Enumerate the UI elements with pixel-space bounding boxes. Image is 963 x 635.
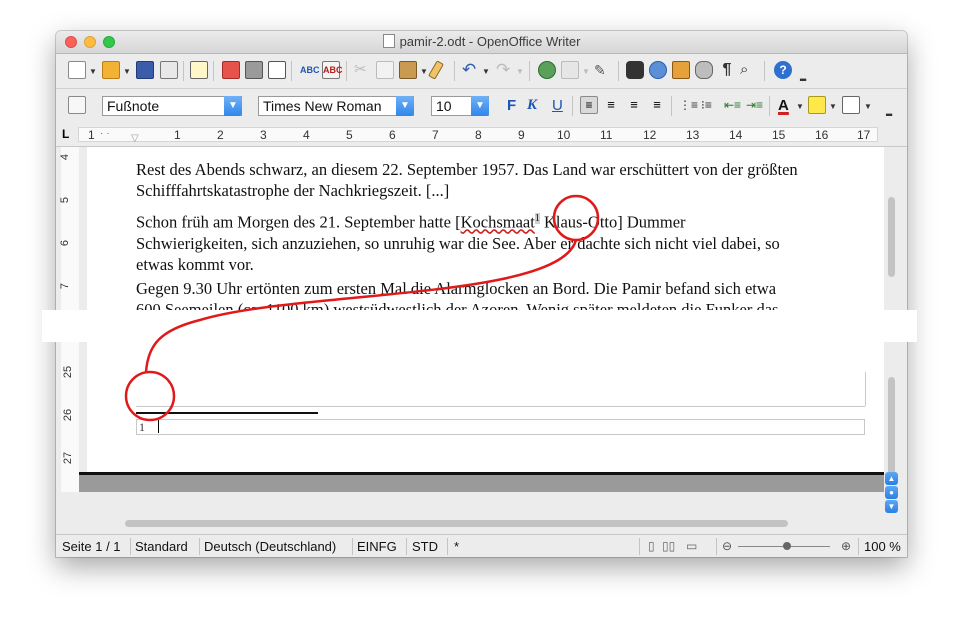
redo-icon[interactable]: ↷ xyxy=(496,61,514,79)
page-style-indicator[interactable]: Standard xyxy=(135,539,188,554)
horizontal-scrollbar[interactable] xyxy=(79,517,884,531)
font-size-select[interactable]: 10 ▼ xyxy=(431,96,489,116)
gallery-icon[interactable] xyxy=(649,61,667,79)
styles-formatting-icon[interactable] xyxy=(68,96,86,114)
paragraph-style-select[interactable]: Fußnote ▼ xyxy=(102,96,242,116)
undo-icon[interactable]: ↶ xyxy=(462,61,480,79)
horizontal-scroll-thumb[interactable] xyxy=(125,520,788,527)
paragraph-1[interactable]: Rest des Abends schwarz, an diesem 22. S… xyxy=(136,159,876,201)
single-page-view-icon[interactable]: ▯ xyxy=(648,539,655,553)
chevron-down-icon[interactable]: ▼ xyxy=(864,102,872,111)
cut-icon[interactable]: ✂ xyxy=(354,61,372,79)
spellcheck-icon[interactable]: ABC xyxy=(300,61,320,79)
status-bar: Seite 1 / 1 Standard Deutsch (Deutschlan… xyxy=(56,534,907,557)
bold-button[interactable]: F xyxy=(507,97,516,114)
align-center-icon[interactable]: ≡ xyxy=(602,96,620,114)
text-cursor xyxy=(158,420,159,433)
italic-button[interactable]: K xyxy=(527,97,537,114)
zoom-out-icon[interactable]: ⊖ xyxy=(722,539,732,553)
print-preview-icon[interactable] xyxy=(268,61,286,79)
footnote-area[interactable]: 1 xyxy=(136,419,865,435)
toolbar-overflow-icon[interactable]: ▂ xyxy=(886,107,892,116)
screenshot-cut-band xyxy=(42,310,917,342)
table-icon[interactable] xyxy=(561,61,579,79)
zoom-in-icon[interactable]: ⊕ xyxy=(841,539,851,553)
previous-page-button[interactable]: ▲ xyxy=(885,472,898,485)
chevron-down-icon[interactable]: ▼ xyxy=(224,96,242,116)
paragraph-2[interactable]: Schon früh am Morgen des 21. September h… xyxy=(136,208,876,275)
navigation-button[interactable]: ● xyxy=(885,486,898,499)
tab-type-selector[interactable]: L xyxy=(62,127,69,141)
modified-indicator: * xyxy=(454,539,460,554)
zoom-slider-handle[interactable] xyxy=(783,542,791,550)
formatting-marks-icon[interactable]: ¶ xyxy=(718,61,736,79)
increase-indent-icon[interactable]: ⇥≡ xyxy=(746,96,764,114)
chevron-down-icon[interactable]: ▼ xyxy=(516,67,524,76)
open-icon[interactable] xyxy=(102,61,120,79)
numbering-icon[interactable]: ⋮≡ xyxy=(679,96,698,114)
underline-button[interactable]: U xyxy=(552,97,563,114)
align-right-icon[interactable]: ≡ xyxy=(625,96,643,114)
insert-mode-indicator[interactable]: EINFG xyxy=(357,539,397,554)
clone-format-icon[interactable] xyxy=(428,60,444,80)
vertical-scroll-thumb[interactable] xyxy=(888,197,895,277)
align-left-icon[interactable]: ≡ xyxy=(580,96,598,114)
navigator-icon[interactable] xyxy=(538,61,556,79)
chevron-down-icon[interactable]: ▼ xyxy=(796,102,804,111)
export-pdf-icon[interactable] xyxy=(222,61,240,79)
footnote-separator xyxy=(136,412,318,414)
next-page-button[interactable]: ▼ xyxy=(885,500,898,513)
app-window: pamir-2.odt - OpenOffice Writer ▼ ▼ ABC … xyxy=(56,31,907,557)
selection-mode-indicator[interactable]: STD xyxy=(412,539,438,554)
paste-icon[interactable] xyxy=(399,61,417,79)
decrease-indent-icon[interactable]: ⇤≡ xyxy=(724,96,742,114)
font-name-select[interactable]: Times New Roman ▼ xyxy=(258,96,414,116)
data-sources-icon[interactable] xyxy=(672,61,690,79)
email-icon[interactable] xyxy=(160,61,178,79)
save-icon[interactable] xyxy=(136,61,154,79)
multi-page-view-icon[interactable]: ▯▯ xyxy=(662,539,675,553)
misspelled-word[interactable]: Kochsmaat xyxy=(461,213,535,232)
chevron-down-icon[interactable]: ▼ xyxy=(482,67,490,76)
vertical-scroll-thumb[interactable] xyxy=(888,377,895,477)
new-document-icon[interactable] xyxy=(68,61,86,79)
horizontal-ruler[interactable]: L 1 ·· ▽ 1 2 3 4 5 6 7 8 9 10 11 12 13 1… xyxy=(56,124,907,147)
chevron-down-icon[interactable]: ▼ xyxy=(420,67,428,76)
database-icon[interactable] xyxy=(695,61,713,79)
language-indicator[interactable]: Deutsch (Deutschland) xyxy=(204,539,336,554)
highlight-icon[interactable] xyxy=(808,96,826,114)
chevron-down-icon[interactable]: ▼ xyxy=(829,102,837,111)
formatting-toolbar: Fußnote ▼ Times New Roman ▼ 10 ▼ F K U ≡… xyxy=(56,89,907,125)
page-indicator[interactable]: Seite 1 / 1 xyxy=(62,539,121,554)
indent-marker-icon[interactable]: ▽ xyxy=(131,133,139,144)
window-title: pamir-2.odt - OpenOffice Writer xyxy=(399,34,581,49)
find-replace-icon[interactable] xyxy=(626,61,644,79)
autospellcheck-icon[interactable]: ABC xyxy=(322,61,343,79)
document-icon xyxy=(382,34,395,48)
print-icon[interactable] xyxy=(245,61,263,79)
draw-functions-icon[interactable]: ✎ xyxy=(594,61,612,79)
background-color-icon[interactable] xyxy=(842,96,860,114)
help-icon[interactable]: ? xyxy=(774,61,792,79)
chevron-down-icon[interactable]: ▼ xyxy=(582,67,590,76)
book-view-icon[interactable]: ▭ xyxy=(686,539,697,553)
zoom-level[interactable]: 100 % xyxy=(864,539,901,554)
zoom-icon[interactable]: ⌕ xyxy=(740,61,758,79)
standard-toolbar: ▼ ▼ ABC ABC ✂ ▼ ↶ ▼ ↷ ▼ ▼ ✎ ¶ ⌕ ? ▂ xyxy=(56,54,907,89)
font-color-button[interactable]: A xyxy=(778,97,789,114)
copy-icon[interactable] xyxy=(376,61,394,79)
chevron-down-icon[interactable]: ▼ xyxy=(89,67,97,76)
bullets-icon[interactable]: ⁝≡ xyxy=(701,96,719,114)
chevron-down-icon[interactable]: ▼ xyxy=(123,67,131,76)
justify-icon[interactable]: ≡ xyxy=(648,96,666,114)
toolbar-overflow-icon[interactable]: ▂ xyxy=(800,72,806,81)
chevron-down-icon[interactable]: ▼ xyxy=(396,96,414,116)
chevron-down-icon[interactable]: ▼ xyxy=(471,96,489,116)
title-bar: pamir-2.odt - OpenOffice Writer xyxy=(56,31,907,54)
edit-mode-icon[interactable] xyxy=(190,61,208,79)
